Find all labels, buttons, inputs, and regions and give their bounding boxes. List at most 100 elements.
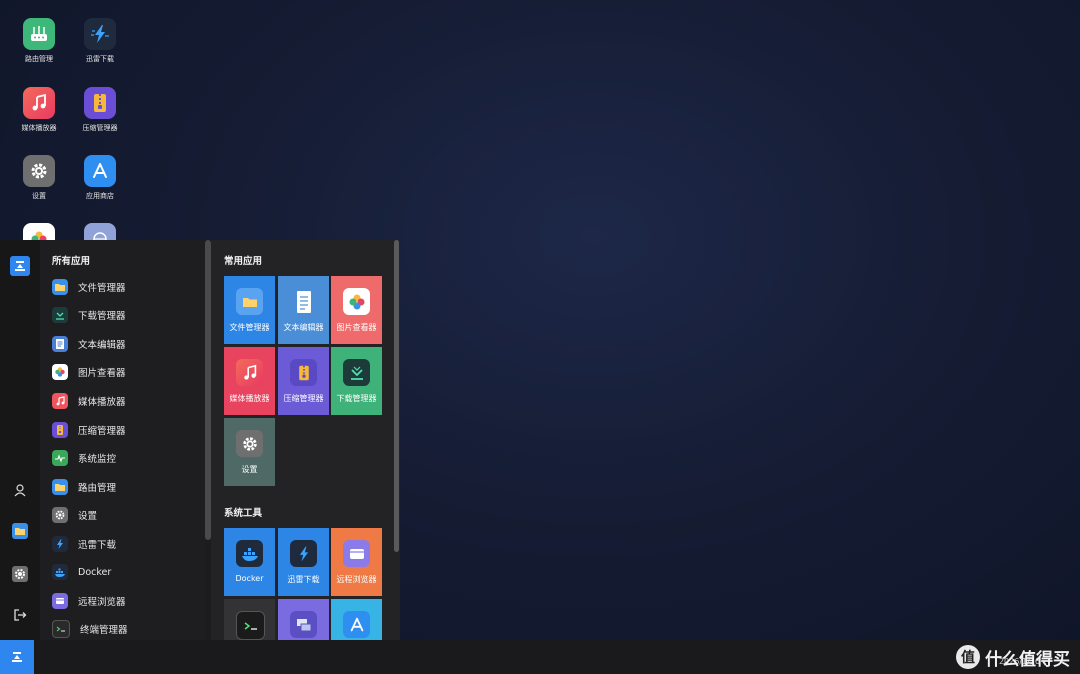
archive-icon: [52, 422, 68, 438]
desktop-icon-router[interactable]: 路由管理: [9, 18, 69, 64]
tile-archive-manager[interactable]: 压缩管理器: [278, 347, 329, 415]
logout-icon[interactable]: [10, 605, 30, 625]
desktop-icon-settings[interactable]: 设置: [9, 155, 69, 201]
docker-icon: [236, 540, 263, 567]
start-button[interactable]: [0, 640, 34, 674]
frequent-apps-heading: 常用应用: [224, 256, 263, 267]
app-item-label: 下载管理器: [78, 311, 126, 322]
app-item-image-viewer[interactable]: 图片查看器: [52, 362, 126, 382]
app-item-label: 文件管理器: [78, 283, 126, 294]
music-icon: [236, 359, 263, 386]
download-icon: [52, 307, 68, 323]
app-item-router[interactable]: 路由管理: [52, 477, 116, 497]
remote-browser-icon: [52, 593, 68, 609]
terminal-icon: [52, 620, 70, 638]
tile-label: 媒体播放器: [229, 394, 270, 403]
desktop-icon-label: 迅雷下载: [86, 55, 114, 63]
folder-icon: [52, 279, 68, 295]
terminal-icon: [236, 611, 265, 640]
download-icon: [343, 359, 370, 386]
tile-download-manager[interactable]: 下载管理器: [331, 347, 382, 415]
folder-icon[interactable]: [10, 521, 30, 541]
monitor-icon: [52, 450, 68, 466]
document-icon: [52, 336, 68, 352]
tile-remote-browser[interactable]: 远程浏览器: [331, 528, 382, 596]
watermark-text: 什么值得买: [985, 649, 1070, 670]
tile-image-viewer[interactable]: 图片查看器: [331, 276, 382, 344]
launcher-icon[interactable]: [10, 256, 30, 276]
app-item-label: 文本编辑器: [78, 340, 126, 351]
tile-label: 迅雷下载: [287, 575, 320, 584]
remote-browser-icon: [343, 540, 370, 567]
gear-icon: [236, 430, 263, 457]
launcher-icon: [11, 651, 23, 663]
app-item-label: 媒体播放器: [78, 397, 126, 408]
tile-media-player[interactable]: 媒体播放器: [224, 347, 275, 415]
tile-text-editor[interactable]: 文本编辑器: [278, 276, 329, 344]
tile-label: 文件管理器: [229, 323, 270, 332]
photos-icon: [343, 288, 370, 315]
user-icon[interactable]: [10, 480, 30, 500]
desktop-icon-label: 压缩管理器: [82, 124, 118, 132]
app-item-terminal[interactable]: 终端管理器: [52, 619, 128, 639]
gear-icon[interactable]: [10, 564, 30, 584]
app-store-icon: [343, 611, 370, 638]
app-item-thunder[interactable]: 迅雷下载: [52, 534, 116, 554]
app-item-system-monitor[interactable]: 系统监控: [52, 448, 116, 468]
router-icon: [23, 18, 55, 50]
archive-icon: [84, 87, 116, 119]
watermark-badge: 值: [956, 645, 980, 669]
app-item-label: 设置: [78, 511, 98, 522]
app-item-settings[interactable]: 设置: [52, 505, 97, 525]
tile-settings[interactable]: 设置: [224, 418, 275, 486]
tile-label: 下载管理器: [336, 394, 377, 403]
gear-icon: [23, 155, 55, 187]
document-icon: [290, 288, 317, 315]
tiles-scrollbar[interactable]: [394, 240, 399, 552]
app-item-label: 迅雷下载: [78, 540, 117, 551]
music-icon: [23, 87, 55, 119]
app-item-download-manager[interactable]: 下载管理器: [52, 305, 126, 325]
tile-thunder[interactable]: 迅雷下载: [278, 528, 329, 596]
archive-icon: [290, 359, 317, 386]
tile-terminal[interactable]: [224, 599, 275, 640]
desktop-icon-label: 应用商店: [86, 192, 114, 200]
tile-docker[interactable]: Docker: [224, 528, 275, 596]
desktop-icon-archive[interactable]: 压缩管理器: [70, 87, 130, 133]
desktop-icon-media-player[interactable]: 媒体播放器: [9, 87, 69, 133]
tile-file-manager[interactable]: 文件管理器: [224, 276, 275, 344]
gear-icon: [52, 507, 68, 523]
desktop-icon-thunder[interactable]: 迅雷下载: [70, 18, 130, 64]
app-item-media-player[interactable]: 媒体播放器: [52, 391, 126, 411]
desktop-icon-label: 媒体播放器: [21, 124, 57, 132]
app-item-label: 图片查看器: [78, 368, 126, 379]
taskbar: 2026/1/16 值 什么值得买: [0, 640, 1080, 674]
tile-label: 压缩管理器: [283, 394, 324, 403]
music-icon: [52, 393, 68, 409]
tile-label: 设置: [241, 465, 258, 474]
network-icon: [290, 611, 317, 638]
tile-network[interactable]: [278, 599, 329, 640]
app-item-label: 路由管理: [78, 483, 117, 494]
app-item-label: 压缩管理器: [78, 426, 126, 437]
app-item-text-editor[interactable]: 文本编辑器: [52, 334, 126, 354]
docker-icon: [52, 564, 68, 580]
app-item-label: Docker: [78, 566, 112, 578]
app-item-docker[interactable]: Docker: [52, 562, 111, 582]
folder-icon: [236, 288, 263, 315]
desktop-icon-app-store[interactable]: 应用商店: [70, 155, 130, 201]
all-apps-list: 所有应用 文件管理器 下载管理器 文本编辑器 图片查看器 媒体播放器 压缩管理器…: [40, 240, 205, 640]
thunder-icon: [52, 536, 68, 552]
desktop-icon-label: 设置: [32, 192, 46, 200]
all-apps-heading: 所有应用: [52, 256, 91, 267]
app-item-file-manager[interactable]: 文件管理器: [52, 277, 126, 297]
start-menu-rail: [0, 240, 40, 640]
app-item-label: 系统监控: [78, 454, 117, 465]
tile-label: Docker: [235, 574, 264, 583]
photos-icon: [52, 364, 68, 380]
folder-icon: [52, 479, 68, 495]
app-item-archive-manager[interactable]: 压缩管理器: [52, 420, 126, 440]
app-item-remote-browser[interactable]: 远程浏览器: [52, 591, 126, 611]
tile-app-store[interactable]: [331, 599, 382, 640]
app-store-icon: [84, 155, 116, 187]
